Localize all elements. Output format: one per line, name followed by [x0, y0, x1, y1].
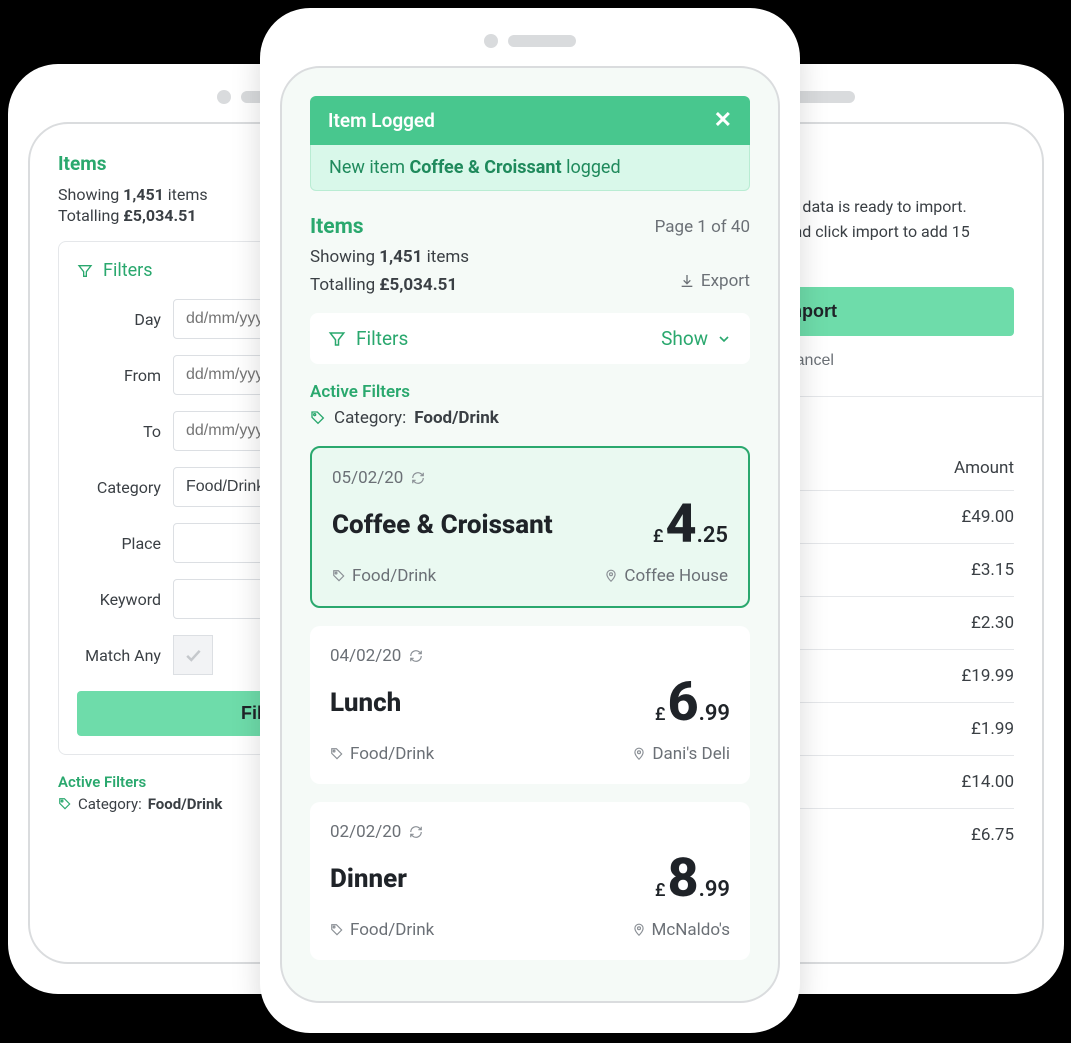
item-card[interactable]: 02/02/20 Dinner £8.99 Food/Drink McNaldo…: [310, 802, 750, 960]
filters-bar: Filters Show: [310, 313, 750, 364]
card-place: Coffee House: [604, 566, 728, 586]
label-category: Category: [77, 478, 161, 497]
download-icon: [679, 273, 695, 289]
label-day: Day: [77, 310, 161, 329]
screen-center: Item Logged ✕ New item Coffee & Croissan…: [280, 66, 780, 1003]
active-filter-category: Category: Food/Drink: [310, 408, 750, 428]
tag-icon: [310, 410, 326, 426]
filter-icon: [328, 330, 346, 348]
row-amount: £49.00: [961, 507, 1014, 527]
label-match-any: Match Any: [77, 646, 161, 665]
label-from: From: [77, 366, 161, 385]
notch-dot: [217, 90, 231, 104]
phone-center: Item Logged ✕ New item Coffee & Croissan…: [260, 8, 800, 1033]
card-place: McNaldo's: [632, 920, 730, 940]
totalling-text: Totalling £5,034.51: [310, 275, 457, 295]
notch: [260, 8, 800, 66]
row-amount: £1.99: [971, 719, 1014, 739]
card-price: £4.25: [653, 498, 728, 552]
close-icon[interactable]: ✕: [714, 108, 732, 133]
active-filters-title: Active Filters: [310, 382, 750, 402]
page-indicator: Page 1 of 40: [655, 217, 750, 237]
card-name: Dinner: [330, 864, 407, 894]
toast-body: New item Coffee & Croissant logged: [310, 145, 750, 191]
show-toggle[interactable]: Show: [661, 327, 732, 350]
chevron-down-icon: [716, 331, 732, 347]
toast-title: Item Logged: [328, 109, 435, 132]
item-card[interactable]: 05/02/20 Coffee & Croissant £4.25 Food/D…: [310, 446, 750, 608]
showing-text: Showing 1,451 items: [310, 247, 750, 267]
card-category: Food/Drink: [332, 566, 436, 586]
notch-bar: [508, 35, 576, 47]
row-amount: £6.75: [971, 825, 1014, 845]
card-price: £6.99: [655, 676, 730, 730]
row-amount: £19.99: [961, 666, 1014, 686]
row-amount: £2.30: [971, 613, 1014, 633]
label-keyword: Keyword: [77, 590, 161, 609]
pin-icon: [632, 747, 646, 761]
item-card[interactable]: 04/02/20 Lunch £6.99 Food/Drink Dani's D…: [310, 626, 750, 784]
tag-icon: [330, 747, 344, 761]
filters-toggle[interactable]: Filters: [328, 327, 408, 350]
tag-icon: [58, 797, 72, 811]
card-date: 04/02/20: [330, 646, 730, 666]
check-icon: [183, 645, 203, 665]
card-price: £8.99: [655, 852, 730, 906]
repeat-icon: [409, 825, 423, 839]
checkbox-match-any[interactable]: [173, 635, 213, 675]
row-amount: £14.00: [961, 772, 1014, 792]
label-to: To: [77, 422, 161, 441]
export-link[interactable]: Export: [679, 271, 750, 291]
repeat-icon: [409, 649, 423, 663]
filter-icon: [77, 263, 93, 279]
col-amount: Amount: [954, 458, 1014, 478]
toast-header: Item Logged ✕: [310, 96, 750, 145]
pin-icon: [632, 923, 646, 937]
notch-dot: [484, 34, 498, 48]
tag-icon: [332, 569, 346, 583]
card-place: Dani's Deli: [632, 744, 730, 764]
card-date: 05/02/20: [332, 468, 728, 488]
repeat-icon: [411, 471, 425, 485]
pin-icon: [604, 569, 618, 583]
label-place: Place: [77, 534, 161, 553]
card-name: Coffee & Croissant: [332, 510, 553, 540]
card-date: 02/02/20: [330, 822, 730, 842]
card-category: Food/Drink: [330, 744, 434, 764]
card-category: Food/Drink: [330, 920, 434, 940]
items-title: Items: [310, 215, 364, 239]
card-name: Lunch: [330, 688, 401, 718]
tag-icon: [330, 923, 344, 937]
row-amount: £3.15: [971, 560, 1014, 580]
